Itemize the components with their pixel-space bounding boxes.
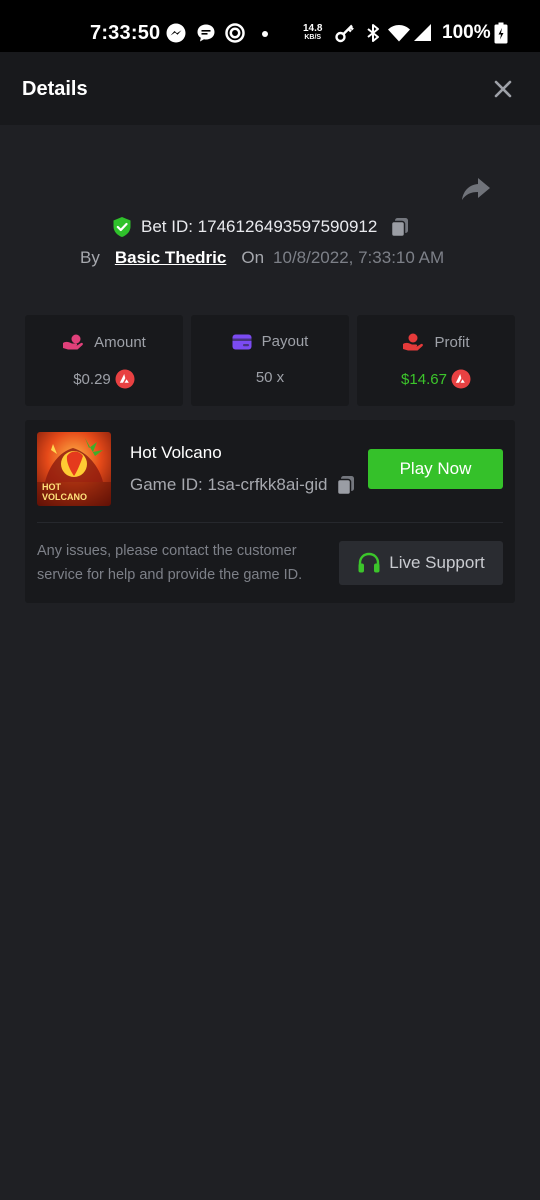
status-bar: 7:33:50 14.8 KB/S 100% — [0, 0, 540, 52]
bet-meta-row: By Basic Thedric On 10/8/2022, 7:33:10 A… — [80, 248, 444, 268]
amount-header: Amount — [25, 333, 183, 351]
live-support-button[interactable]: Live Support — [339, 541, 503, 585]
user-link[interactable]: Basic Thedric — [115, 248, 227, 268]
key-icon — [335, 24, 354, 43]
copy-bet-id-button[interactable] — [389, 216, 411, 238]
net-speed-value: 14.8 — [303, 23, 323, 34]
on-label: On — [241, 248, 265, 267]
profit-value-row: $14.67 — [357, 369, 515, 389]
details-header: Details — [0, 52, 540, 125]
avax-coin-icon — [115, 369, 135, 389]
issue-text: Any issues, please contact the customer … — [37, 543, 303, 583]
play-now-button[interactable]: Play Now — [368, 449, 503, 489]
game-name: Hot Volcano — [130, 443, 222, 462]
amount-value: $0.29 — [73, 370, 111, 388]
volcano-image: HOT VOLCANO — [37, 432, 111, 506]
hand-coin-icon — [403, 333, 424, 351]
amount-card: Amount $0.29 — [25, 315, 183, 406]
dot-icon — [262, 31, 268, 37]
net-speed: 14.8 KB/S — [303, 24, 322, 42]
by-label: By — [80, 248, 100, 267]
copy-icon — [336, 476, 354, 496]
money-bag-icon — [63, 334, 84, 350]
profit-value: $14.67 — [401, 370, 447, 388]
card-icon — [232, 334, 252, 349]
close-icon — [494, 80, 512, 98]
net-speed-unit: KB/S — [304, 34, 322, 41]
battery-charging-icon — [494, 22, 508, 44]
profit-card: Profit $14.67 — [357, 315, 515, 406]
game-card: HOT VOLCANO Hot Volcano Game ID: 1sa-crf… — [25, 420, 515, 603]
close-button[interactable] — [490, 76, 516, 102]
copy-game-id-button[interactable] — [335, 474, 357, 496]
live-support-label: Live Support — [389, 553, 485, 572]
signal-icon — [414, 24, 431, 41]
bluetooth-icon — [367, 24, 379, 42]
payout-value: 50 x — [255, 369, 285, 386]
share-icon — [462, 178, 490, 200]
bet-id-row: Bet ID: 1746126493597590912 — [112, 214, 411, 240]
thumb-title-1: HOT — [42, 482, 62, 492]
headset-icon — [358, 552, 380, 573]
wifi-icon — [388, 25, 410, 42]
amount-label: Amount — [94, 333, 146, 351]
copy-icon — [391, 218, 409, 238]
page-title: Details — [22, 78, 88, 100]
battery-text: 100% — [442, 22, 491, 43]
game-id: Game ID: 1sa-crfkk8ai-gid — [130, 475, 328, 494]
messenger-icon — [166, 23, 186, 43]
game-id-row: Game ID: 1sa-crfkk8ai-gid — [130, 474, 357, 496]
divider — [37, 522, 503, 523]
payout-value-row: 50 x — [191, 369, 349, 386]
game-thumbnail[interactable]: HOT VOLCANO — [37, 432, 111, 506]
thumb-title-2: VOLCANO — [42, 492, 87, 502]
chat-icon — [197, 24, 215, 42]
payout-header: Payout — [191, 333, 349, 350]
payout-label: Payout — [261, 333, 309, 350]
bet-date: 10/8/2022, 7:33:10 AM — [273, 248, 445, 267]
shield-check-icon — [113, 217, 131, 237]
profit-header: Profit — [357, 333, 515, 351]
avax-coin-icon — [451, 369, 471, 389]
bet-id: Bet ID: 1746126493597590912 — [141, 217, 378, 236]
ring-icon — [225, 23, 245, 43]
payout-card: Payout 50 x — [191, 315, 349, 406]
profit-label: Profit — [434, 333, 470, 351]
share-button[interactable] — [461, 176, 491, 202]
status-time: 7:33:50 — [90, 22, 161, 44]
amount-value-row: $0.29 — [25, 369, 183, 389]
